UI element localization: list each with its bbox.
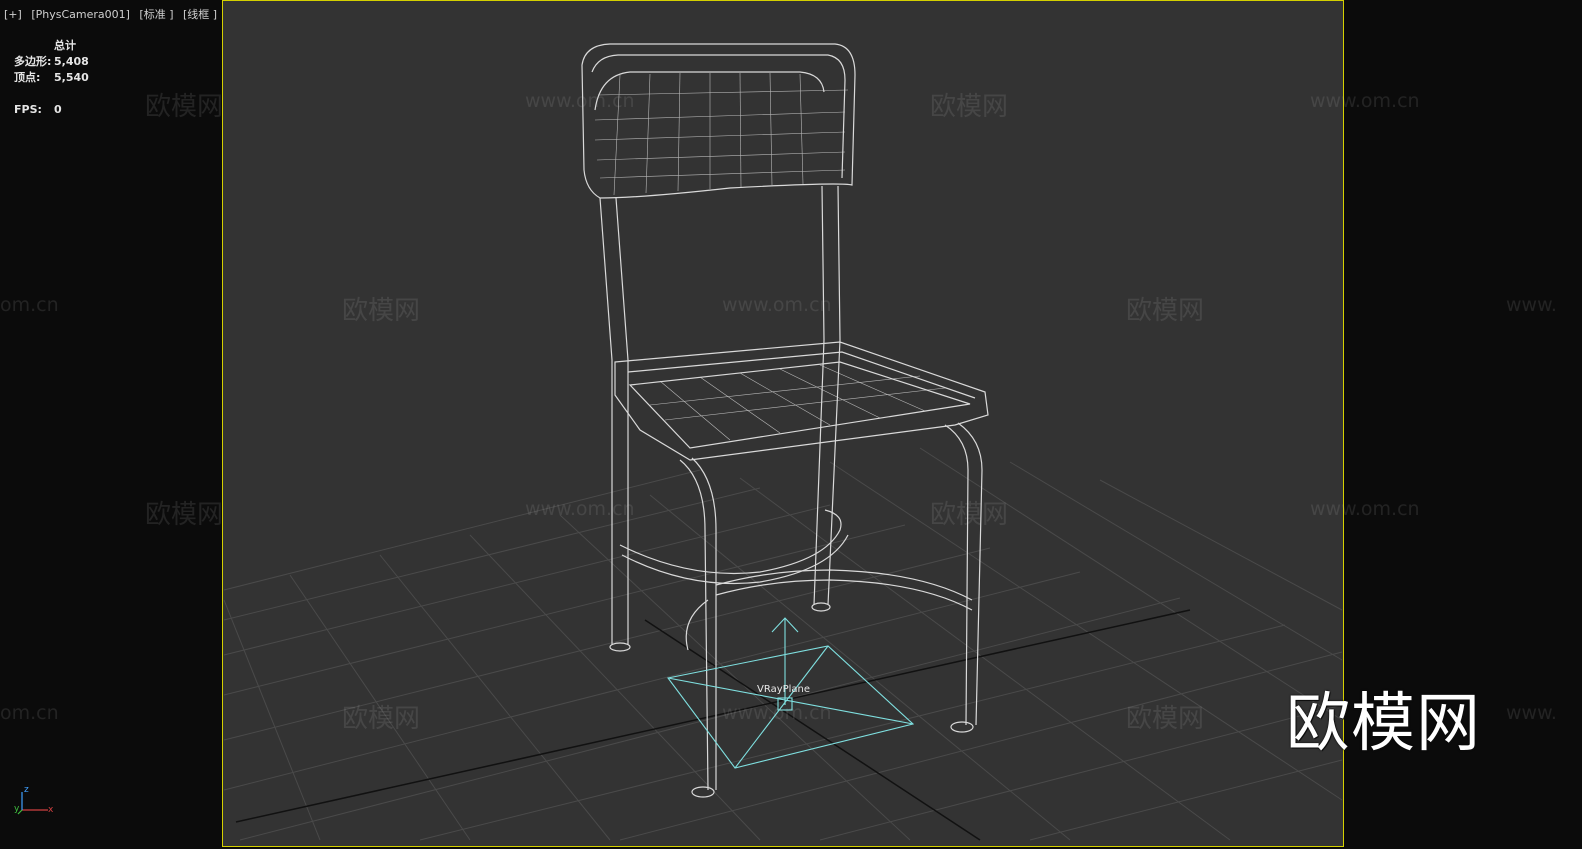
brand-logo: 欧模网 [1286,687,1481,761]
ground-grid [223,447,1343,841]
viewport-general-menu[interactable]: [+] [4,8,22,21]
vertices-label: 顶点: [14,71,41,84]
vertices-value: 5,540 [54,71,89,84]
viewport-shading-standard-menu[interactable]: [标准 ] [139,8,173,21]
viewport-wireframe-menu[interactable]: [线框 ] [183,8,217,21]
stats-overlay: 总计 多边形: 5,408 顶点: 5,540 FPS: 0 [14,38,89,118]
stats-header: 总计 [54,39,76,52]
axis-tripod-icon [17,792,48,815]
polygons-value: 5,408 [54,55,89,68]
fps-value: 0 [54,103,62,116]
world-axis-lines [235,609,1191,841]
viewport-label-menu: [+] [PhysCamera001] [标准 ] [线框 ] [4,6,223,22]
vrayplane-label: VRayPlane [757,684,811,695]
fps-label: FPS: [14,103,42,116]
viewport[interactable]: 欧模网 www.om.cn 欧模网 www.om.cn om.cn 欧模网 ww… [0,0,1582,849]
axis-y-label: y [14,804,20,814]
axis-z-label: z [24,785,29,795]
polygons-label: 多边形: [14,55,52,68]
viewport-camera-menu[interactable]: [PhysCamera001] [31,8,130,21]
axis-x-label: x [48,805,54,815]
